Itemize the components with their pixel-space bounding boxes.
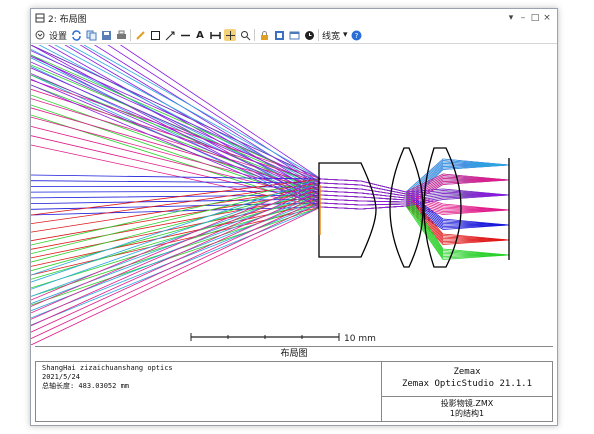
close-button[interactable]: ×: [541, 13, 553, 23]
dimension-icon[interactable]: [209, 29, 221, 41]
print-icon[interactable]: [115, 29, 127, 41]
ray: [31, 190, 510, 242]
config-name: 1的结构1: [449, 409, 485, 418]
clock-icon[interactable]: [303, 29, 315, 41]
settings-toggle-icon[interactable]: [34, 29, 46, 41]
layout-window: 2: 布局图 ▾ – □ × 设置 A 线宽 ▾ ? 10 mm 布局图 Sha…: [30, 8, 558, 426]
window-icon[interactable]: [288, 29, 300, 41]
ray: [31, 202, 510, 297]
rectangle-icon[interactable]: [149, 29, 161, 41]
info-left-panel: ShangHai zizaichuanshang optics 2021/5/2…: [36, 361, 381, 421]
maximize-button[interactable]: □: [529, 13, 541, 23]
ray: [31, 61, 510, 199]
file-name: 投影物镜.ZMX: [440, 399, 494, 408]
layout-window-icon: [35, 13, 45, 23]
refresh-icon[interactable]: [70, 29, 82, 41]
ray: [31, 48, 509, 201]
layout-plot: 10 mm: [31, 9, 557, 365]
copy-icon[interactable]: [85, 29, 97, 41]
date-text: 2021/5/24: [42, 373, 80, 381]
arrow-icon[interactable]: [164, 29, 176, 41]
scale-label: 10 mm: [344, 334, 376, 344]
dropdown-button[interactable]: ▾: [505, 13, 517, 23]
svg-text:?: ?: [355, 32, 359, 40]
vendor-name: Zemax: [453, 367, 481, 377]
product-name: Zemax OpticStudio 21.1.1: [401, 379, 533, 389]
company-name: ShangHai zizaichuanshang optics: [42, 364, 173, 372]
ray-diagram: 10 mm: [31, 9, 510, 346]
ray-bundles: [31, 9, 510, 346]
plot-caption: 布局图: [35, 346, 553, 362]
product-info: Zemax Zemax OpticStudio 21.1.1: [382, 361, 552, 397]
toolbar-separator: [130, 29, 132, 41]
toolbar-separator: [318, 29, 320, 41]
minimize-button[interactable]: –: [517, 13, 529, 23]
save-icon[interactable]: [100, 29, 112, 41]
line-icon[interactable]: [179, 29, 191, 41]
linewidth-dropdown[interactable]: 线宽: [322, 29, 340, 42]
title-bar: 2: 布局图 ▾ – □ ×: [31, 9, 557, 27]
chevron-down-icon[interactable]: ▾: [343, 30, 348, 40]
fit-icon[interactable]: [273, 29, 285, 41]
settings-button[interactable]: 设置: [49, 29, 67, 42]
info-box: ShangHai zizaichuanshang optics 2021/5/2…: [35, 361, 553, 422]
scale-bar: 10 mm: [190, 333, 376, 344]
window-title: 2: 布局图: [48, 14, 87, 25]
toolbar-separator: [254, 29, 256, 41]
toolbar: 设置 A 线宽 ▾ ?: [31, 27, 557, 44]
pencil-icon[interactable]: [134, 29, 146, 41]
pan-icon[interactable]: [224, 29, 237, 41]
ray: [31, 202, 510, 267]
lens-element-1: [318, 162, 377, 258]
text-icon[interactable]: A: [194, 29, 206, 41]
zoom-icon[interactable]: [239, 29, 251, 41]
total-length-text: 总轴长度: 483.03052 mm: [42, 382, 130, 390]
file-info: 投影物镜.ZMX 1的结构1: [382, 397, 552, 421]
help-icon[interactable]: ?: [351, 29, 363, 41]
info-right-panel: Zemax Zemax OpticStudio 21.1.1 投影物镜.ZMX …: [381, 361, 552, 421]
lock-icon[interactable]: [258, 29, 270, 41]
